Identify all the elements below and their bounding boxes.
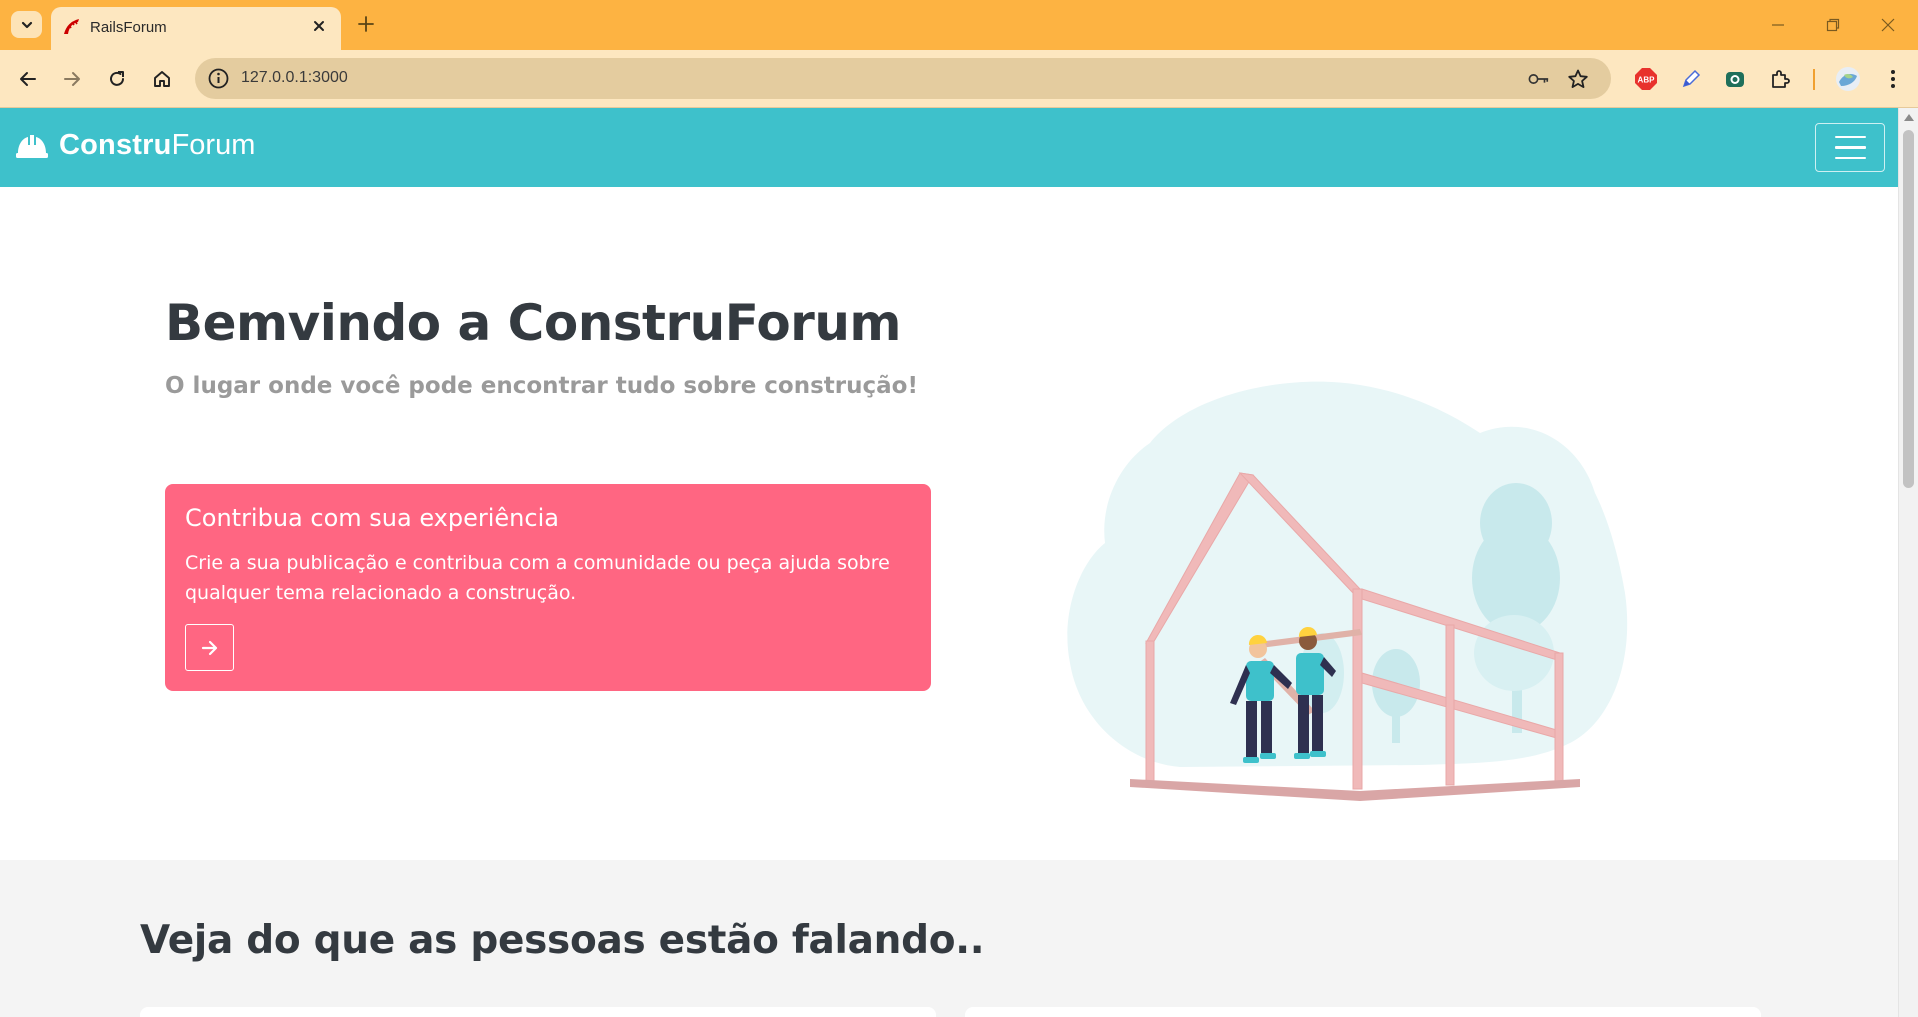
tab-title: RailsForum <box>90 19 167 36</box>
forward-icon[interactable] <box>58 65 86 93</box>
camera-extension-icon[interactable] <box>1721 65 1749 93</box>
page-viewport: Constru Forum Bemvindo a ConstruForum O l… <box>0 108 1898 1017</box>
post-card[interactable] <box>140 1007 936 1017</box>
home-icon[interactable] <box>148 65 176 93</box>
hard-hat-icon <box>16 134 48 158</box>
brand-name-bold: Constru <box>59 129 172 161</box>
site-info-icon[interactable] <box>207 67 230 90</box>
browser-tabstrip: RailsForum <box>0 0 1918 50</box>
password-key-icon[interactable] <box>1528 68 1550 90</box>
hamburger-line <box>1834 156 1866 160</box>
arrow-right-icon <box>201 640 217 655</box>
scroll-up-arrow-icon[interactable] <box>1904 114 1914 121</box>
kebab-menu-icon[interactable] <box>1879 65 1907 93</box>
brand-name-light: Forum <box>171 129 256 161</box>
new-tab-icon[interactable] <box>353 10 379 38</box>
toolbar-separator <box>1813 69 1815 90</box>
hero-title: Bemvindo a ConstruForum <box>165 294 902 352</box>
hamburger-line <box>1834 146 1866 149</box>
latest-posts-section: Veja do que as pessoas estão falando.. <box>0 860 1898 1017</box>
hamburger-menu-icon[interactable] <box>1815 123 1885 172</box>
contribute-card: Contribua com sua experiência Crie a sua… <box>165 484 931 691</box>
chevron-down-icon <box>21 21 32 28</box>
post-card[interactable] <box>965 1007 1761 1017</box>
contribute-card-text: Crie a sua publicação e contribua com a … <box>185 552 890 604</box>
reload-icon[interactable] <box>103 65 131 93</box>
brand-logo-link[interactable]: Constru Forum <box>15 129 255 162</box>
rails-favicon <box>62 16 82 40</box>
window-close-icon[interactable] <box>1868 10 1908 40</box>
contribute-card-title: Contribua com sua experiência <box>185 504 559 532</box>
page-scrollbar[interactable] <box>1898 108 1918 1017</box>
adblock-extension-icon[interactable]: ABP <box>1632 65 1660 93</box>
address-bar[interactable]: 127.0.0.1:3000 <box>195 58 1611 99</box>
section-title: Veja do que as pessoas estão falando.. <box>140 918 985 963</box>
contribute-button[interactable] <box>185 624 234 671</box>
restore-icon[interactable] <box>1813 10 1853 40</box>
close-icon[interactable] <box>307 14 331 38</box>
construction-illustration <box>1067 381 1628 801</box>
puzzle-extensions-icon[interactable] <box>1766 65 1794 93</box>
site-navbar: Constru Forum <box>0 108 1898 187</box>
scrollbar-thumb[interactable] <box>1903 130 1914 488</box>
browser-tab-active[interactable]: RailsForum <box>51 7 341 50</box>
back-icon[interactable] <box>14 65 42 93</box>
pen-extension-icon[interactable] <box>1677 65 1705 93</box>
svg-text:ABP: ABP <box>1638 76 1656 85</box>
bookmark-star-icon[interactable] <box>1567 68 1589 90</box>
hamburger-line <box>1834 135 1866 139</box>
tab-search-button[interactable] <box>11 11 42 38</box>
profile-avatar-icon[interactable] <box>1834 65 1862 93</box>
minimize-icon[interactable] <box>1758 10 1798 40</box>
url-text[interactable]: 127.0.0.1:3000 <box>241 69 348 87</box>
browser-toolbar: 127.0.0.1:3000 ABP <box>0 50 1918 108</box>
hero-subtitle: O lugar onde você pode encontrar tudo so… <box>165 373 918 399</box>
